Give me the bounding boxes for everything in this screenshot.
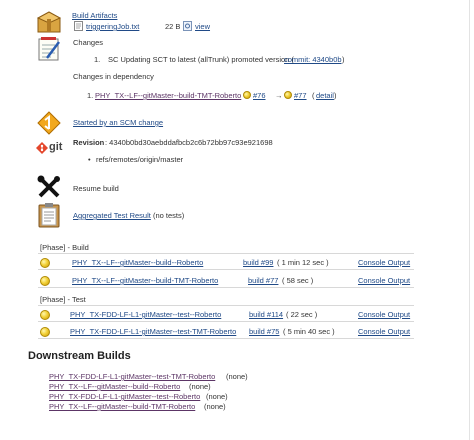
test-row-2-console-link[interactable]: Console Output [358,327,410,336]
build-row-1-build-link[interactable]: build #99 [243,258,273,267]
artifact-file-size: 22 B [165,22,181,31]
git-logo-icon [36,142,48,154]
phase-build-divider [38,253,414,254]
dependency-to-status-icon [284,90,292,100]
build-row-2-console-link[interactable]: Console Output [358,276,410,285]
dependency-from-status-icon [243,90,251,100]
changes-in-dependency-title: Changes in dependency [73,72,154,81]
changes-title: Changes [73,38,104,47]
test-result-note: (no tests) [153,211,185,220]
build-row-2-job-link[interactable]: PHY_TX--LF--gitMaster--build-TMT-Roberto [72,276,218,285]
build-row-2-build-link[interactable]: build #77 [248,276,278,285]
change-item-text: SC Updating SCT to latest (allTrunk) pro… [108,55,294,64]
dependency-job-link[interactable]: PHY_TX--LF--gitMaster--build-TMT-Roberto [95,91,241,100]
revision-value: : 4340b0bd30aebddafbcb2c6b72bb97c93e9216… [105,138,273,147]
scm-diamond-icon [37,111,61,135]
refs-value: refs/remotes/origin/master [96,155,184,164]
clipboard-icon [38,203,60,228]
build-row-2-status-icon [40,276,50,287]
test-row-2-job-link[interactable]: PHY_TX-FDD-LF-L1-gitMaster--test-TMT-Rob… [70,327,236,336]
build-row-1-job-link[interactable]: PHY_TX--LF--gitMaster--build--Roberto [72,258,203,267]
downstream-item-1-link[interactable]: PHY_TX-FDD-LF-L1-gitMaster--test-TMT-Rob… [49,372,215,381]
dependency-detail-open: ( [312,91,315,100]
downstream-item-4-status: (none) [204,402,226,411]
dependency-arrow: → [275,91,283,100]
downstream-item-3-link[interactable]: PHY_TX-FDD-LF-L1-gitMaster--test--Robert… [49,392,200,401]
tools-icon [37,175,60,198]
dependency-item-number: 1. [87,91,94,100]
test-row-2-status-icon [40,327,50,338]
revision-label: Revision [73,138,105,147]
test-row-1-duration: ( 22 sec ) [286,310,318,319]
test-row-1-job-link[interactable]: PHY_TX-FDD-LF-L1-gitMaster--test--Robert… [70,310,221,319]
downstream-item-3-status: (none) [206,392,228,401]
dependency-detail-link[interactable]: detail [316,91,334,100]
phase-test-divider [38,305,414,306]
resume-build-label: Resume build [73,184,119,193]
change-item-number: 1. [94,55,101,64]
downstream-item-2-link[interactable]: PHY_TX--LF--gitMaster--build--Roberto [49,382,180,391]
package-icon [36,11,62,33]
test-row-2-duration: ( 5 min 40 sec ) [283,327,335,336]
artifact-file-link[interactable]: triggeringJob.txt [86,22,139,31]
build-artifacts-link[interactable]: Build Artifacts [72,11,117,20]
page-right-border [469,0,470,440]
phase-build-title: [Phase] - Build [40,243,89,252]
test-row-1-build-link[interactable]: build #114 [249,310,283,319]
git-logo-text: git [49,141,63,153]
dependency-detail-close: ) [334,91,337,100]
dependency-from-build-link[interactable]: #76 [253,91,266,100]
text-file-icon [74,21,83,31]
test-row-2-build-link[interactable]: build #75 [249,327,279,336]
commit-link[interactable]: commit: 4340b0b [284,55,342,64]
build-row-1-console-link[interactable]: Console Output [358,258,410,267]
started-by-scm-link[interactable]: Started by an SCM change [73,118,163,127]
change-item-close: ) [342,55,345,64]
downstream-item-1-status: (none) [226,372,248,381]
test-row-1-console-link[interactable]: Console Output [358,310,410,319]
downstream-item-2-status: (none) [189,382,211,391]
refs-bullet: • [88,155,91,164]
phase-test-title: [Phase] - Test [40,295,86,304]
row-divider [38,269,414,270]
build-row-1-duration: ( 1 min 12 sec ) [277,258,329,267]
row-divider [38,321,414,322]
build-row-1-status-icon [40,258,50,269]
fingerprint-icon[interactable] [183,21,192,31]
test-row-1-status-icon [40,310,50,321]
notepad-icon [38,37,60,61]
downstream-builds-title: Downstream Builds [28,350,131,362]
build-row-2-duration: ( 58 sec ) [282,276,314,285]
aggregated-test-result-link[interactable]: Aggregated Test Result [73,211,151,220]
artifact-view-link[interactable]: view [195,22,210,31]
downstream-item-4-link[interactable]: PHY_TX--LF--gitMaster--build-TMT-Roberto [49,402,195,411]
row-divider [38,338,414,339]
row-divider [38,287,414,288]
dependency-to-build-link[interactable]: #77 [294,91,307,100]
